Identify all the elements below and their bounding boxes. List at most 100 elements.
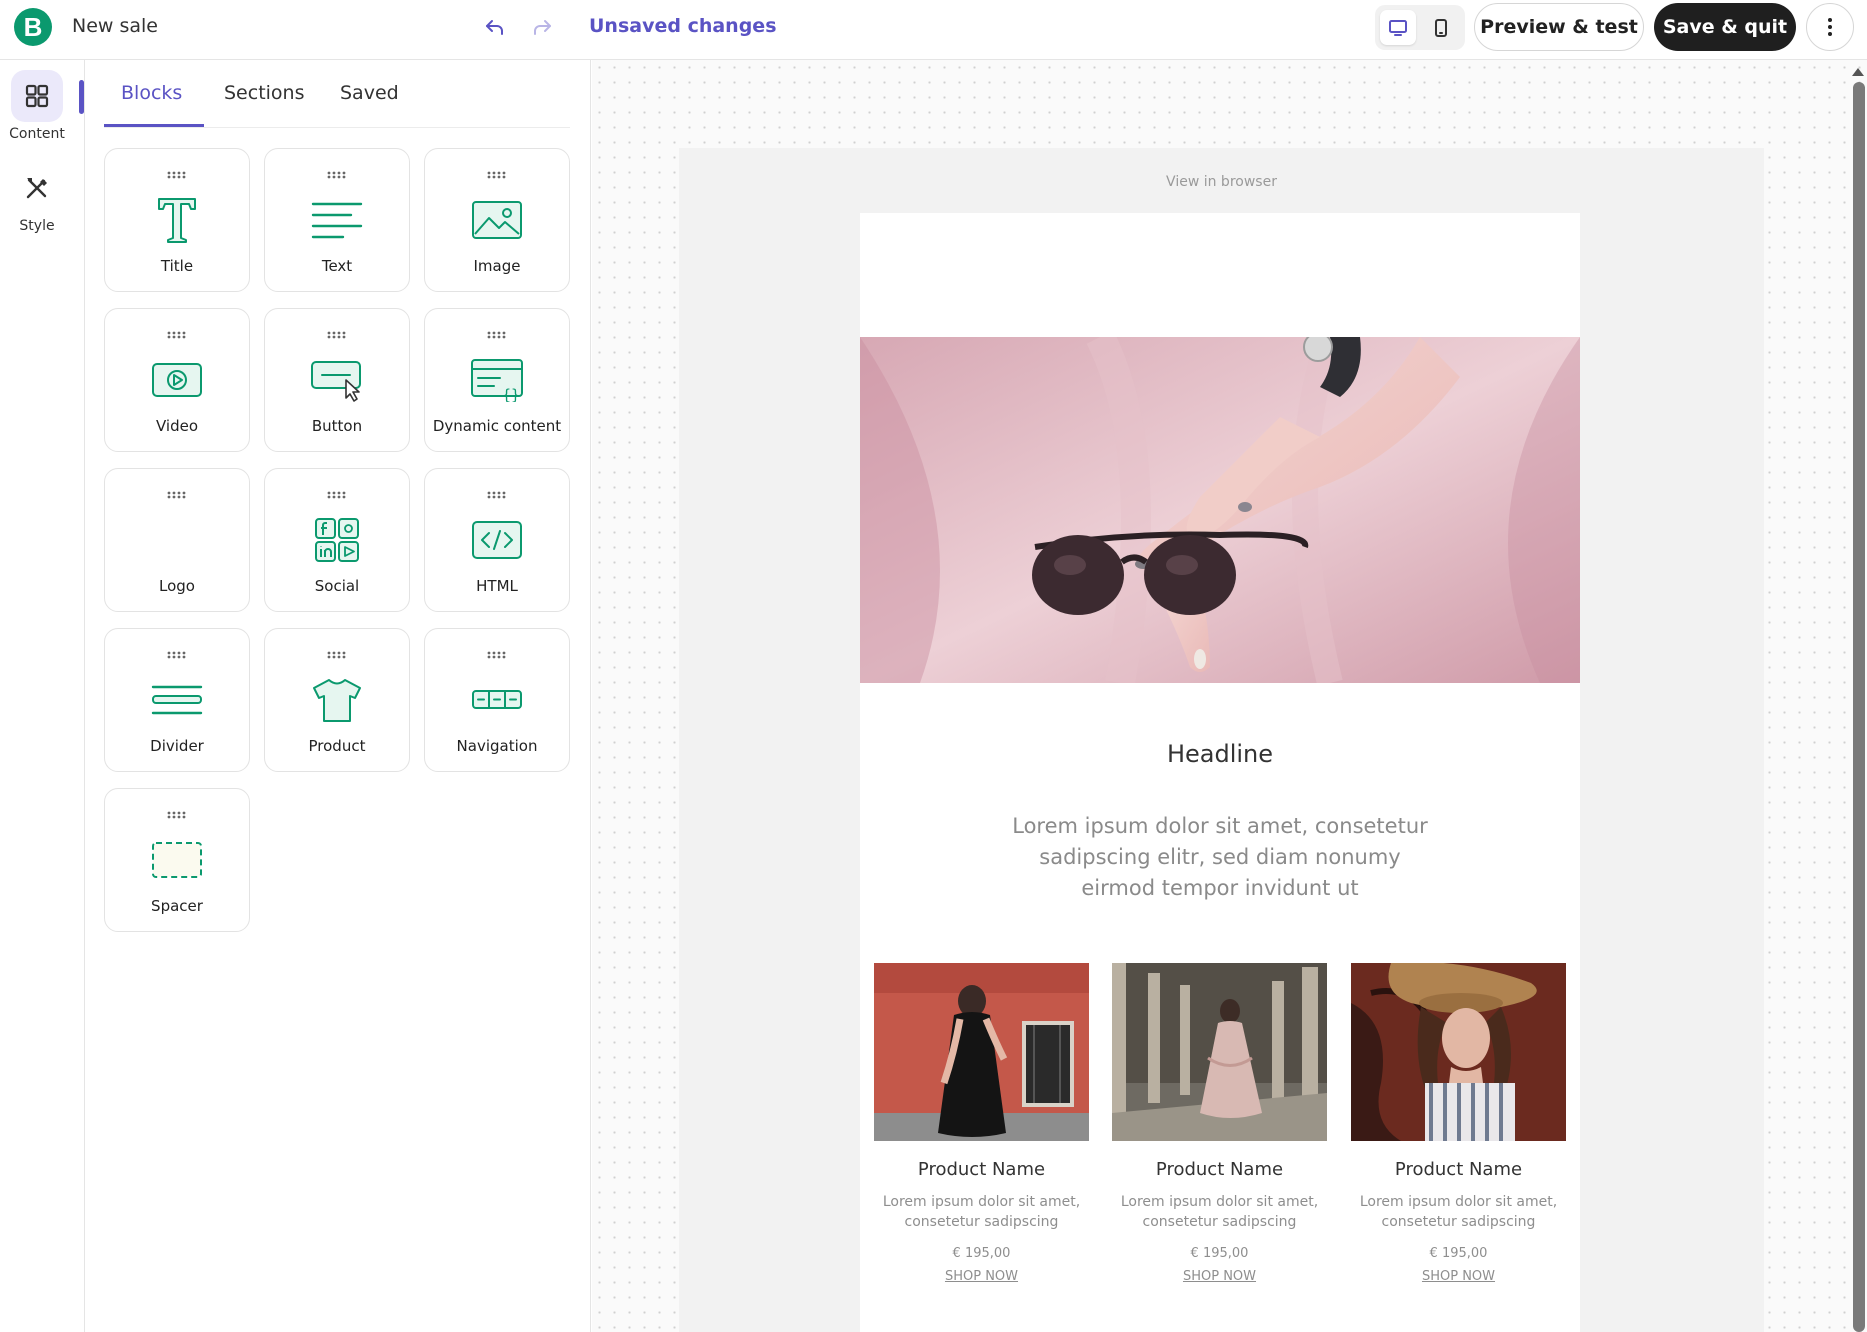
block-product[interactable]: Product	[264, 628, 410, 772]
rail-icon-wrapper	[11, 70, 63, 122]
logo-icon	[149, 514, 205, 566]
brand-logo[interactable]: B	[14, 8, 52, 46]
text-icon	[309, 194, 365, 246]
block-label: Product	[308, 737, 366, 755]
drag-handle-icon	[487, 651, 506, 659]
block-label: Logo	[159, 577, 195, 595]
product-image	[1351, 963, 1566, 1141]
shop-now-link[interactable]: SHOP NOW	[1112, 1269, 1327, 1284]
block-video[interactable]: Video	[104, 308, 250, 452]
more-vertical-icon	[1828, 18, 1832, 36]
tshirt-icon	[309, 674, 365, 726]
navigation-icon	[469, 674, 525, 726]
rail-label: Style	[19, 218, 55, 234]
product-name: Product Name	[1155, 1159, 1284, 1180]
block-divider[interactable]: Divider	[104, 628, 250, 772]
redo-icon	[534, 20, 551, 35]
product-name: Product Name	[1394, 1159, 1523, 1180]
block-button[interactable]: Button	[264, 308, 410, 452]
block-dynamic-content[interactable]: {} Dynamic content	[424, 308, 570, 452]
button-icon	[309, 354, 365, 406]
top-bar: B New sale Unsaved changes Preview & tes…	[0, 0, 1867, 60]
drag-handle-icon	[167, 491, 186, 499]
drag-handle-icon	[167, 331, 186, 339]
product-card[interactable]: Product Name Lorem ipsum dolor sit amet,…	[1351, 963, 1566, 1284]
image-icon	[469, 194, 525, 246]
product-price: € 195,00	[952, 1246, 1011, 1261]
tab-sections[interactable]: Sections	[224, 82, 305, 104]
product-price: € 195,00	[1190, 1246, 1249, 1261]
block-label: Button	[311, 417, 363, 435]
divider-icon	[149, 674, 205, 726]
email-headline[interactable]: Headline	[860, 740, 1580, 768]
product-description: Lorem ipsum dolor sit amet, consetetur s…	[882, 1194, 1081, 1230]
drag-handle-icon	[487, 331, 506, 339]
view-in-browser-link[interactable]: View in browser	[679, 174, 1764, 190]
product-name: Product Name	[917, 1159, 1046, 1180]
drag-handle-icon	[167, 171, 186, 179]
scrollbar-thumb[interactable]	[1853, 82, 1865, 1332]
product-card[interactable]: Product Name Lorem ipsum dolor sit amet,…	[874, 963, 1089, 1284]
scroll-up-arrow-icon[interactable]	[1852, 68, 1864, 76]
drag-handle-icon	[327, 331, 346, 339]
block-label: Divider	[150, 737, 204, 755]
block-title[interactable]: Title	[104, 148, 250, 292]
more-options-button[interactable]	[1806, 3, 1854, 51]
blocks-panel: Blocks Sections Saved Title Text Image V…	[86, 60, 591, 1332]
product-description: Lorem ipsum dolor sit amet, consetetur s…	[1120, 1194, 1319, 1230]
desktop-view-button[interactable]	[1380, 10, 1416, 45]
rail-item-content[interactable]: Content	[0, 70, 74, 142]
product-description: Lorem ipsum dolor sit amet, consetetur s…	[1359, 1194, 1558, 1230]
brush-icon	[26, 178, 47, 199]
preview-test-button[interactable]: Preview & test	[1474, 3, 1644, 51]
rail-label: Content	[9, 126, 65, 142]
spacer-icon	[149, 834, 205, 886]
html-icon	[469, 514, 525, 566]
rail-icon-wrapper	[11, 162, 63, 214]
rail-item-style[interactable]: Style	[0, 162, 74, 234]
block-image[interactable]: Image	[424, 148, 570, 292]
panel-tabs: Blocks Sections Saved	[104, 60, 570, 128]
block-navigation[interactable]: Navigation	[424, 628, 570, 772]
document-title[interactable]: New sale	[72, 15, 158, 37]
shop-now-link[interactable]: SHOP NOW	[1351, 1269, 1566, 1284]
product-image	[874, 963, 1089, 1141]
undo-button[interactable]	[480, 12, 510, 42]
product-card[interactable]: Product Name Lorem ipsum dolor sit amet,…	[1112, 963, 1327, 1284]
save-quit-button[interactable]: Save & quit	[1654, 3, 1796, 51]
shop-now-link[interactable]: SHOP NOW	[874, 1269, 1089, 1284]
mobile-view-button[interactable]	[1423, 10, 1459, 45]
device-toggle	[1375, 5, 1465, 50]
block-text[interactable]: Text	[264, 148, 410, 292]
block-social[interactable]: Social	[264, 468, 410, 612]
block-label: HTML	[476, 577, 518, 595]
drag-handle-icon	[167, 811, 186, 819]
drag-handle-icon	[487, 171, 506, 179]
block-label: Spacer	[151, 897, 203, 915]
block-logo[interactable]: Logo	[104, 468, 250, 612]
block-html[interactable]: HTML	[424, 468, 570, 612]
redo-button[interactable]	[527, 12, 557, 42]
svg-text:{}: {}	[502, 386, 520, 402]
block-spacer[interactable]: Spacer	[104, 788, 250, 932]
mobile-icon	[1435, 18, 1447, 37]
block-label: Social	[314, 577, 360, 595]
dynamic-content-icon: {}	[469, 354, 525, 406]
tab-active-underline	[104, 124, 204, 127]
product-image	[1112, 963, 1327, 1141]
block-label: Title	[160, 257, 194, 275]
drag-handle-icon	[327, 491, 346, 499]
undo-icon	[486, 20, 503, 35]
hero-image[interactable]	[860, 337, 1580, 683]
email-intro-text[interactable]: Lorem ipsum dolor sit amet, consetetur s…	[1000, 811, 1440, 904]
tab-blocks[interactable]: Blocks	[121, 82, 182, 104]
drag-handle-icon	[327, 171, 346, 179]
unsaved-status: Unsaved changes	[589, 15, 777, 37]
email-body: Headline Lorem ipsum dolor sit amet, con…	[860, 213, 1580, 1332]
rail-active-indicator	[79, 80, 84, 114]
block-label: Dynamic content	[432, 417, 562, 435]
tab-saved[interactable]: Saved	[340, 82, 399, 104]
block-label: Text	[321, 257, 353, 275]
grid-icon	[25, 84, 49, 108]
drag-handle-icon	[327, 651, 346, 659]
